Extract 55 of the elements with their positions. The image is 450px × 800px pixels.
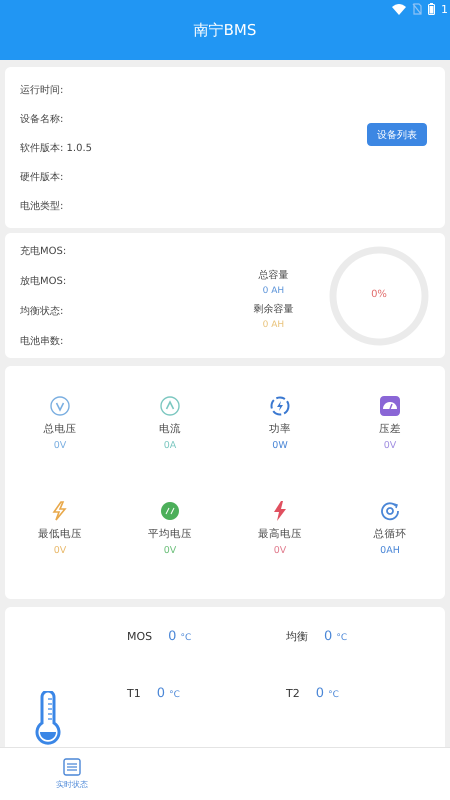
temperature-label: MOS [127, 630, 152, 643]
bolt-circle-icon [270, 396, 290, 416]
temperature-value: 0 °C [156, 686, 180, 701]
metric-value: 0V [274, 545, 286, 556]
thermometer-icon [33, 691, 63, 745]
temperature-value: 0 °C [316, 686, 339, 701]
metric-value: 0V [164, 545, 176, 556]
metric-label: 平均电压 [148, 527, 192, 541]
metric-label: 功率 [269, 422, 291, 436]
temperature-label: T2 [286, 687, 300, 700]
info-field: 设备名称: [20, 113, 92, 126]
metric-value: 0V [384, 440, 396, 451]
info-field: 运行时间: [20, 84, 92, 97]
battery-level: 1 [441, 2, 448, 16]
metric-value: 0AH [380, 545, 400, 556]
capacity-value: 0 AH [262, 320, 284, 330]
info-field: 软件版本: 1.0.5 [20, 142, 92, 155]
lightning-icon [51, 501, 69, 521]
status-label: 充电MOS: [20, 244, 68, 258]
info-field: 硬件版本: [20, 171, 92, 184]
temperature-label: 均衡 [286, 629, 308, 644]
battery-icon [428, 3, 435, 15]
metric-label: 电流 [159, 422, 181, 436]
charge-percent: 0% [370, 289, 388, 300]
status-label: 均衡状态: [20, 304, 64, 318]
a-circle-icon [160, 396, 180, 416]
metric-label: 总循环 [374, 527, 406, 541]
device-list-button[interactable]: 设备列表 [367, 123, 427, 146]
metric-label: 总电压 [44, 422, 76, 436]
metric-label: 最高电压 [258, 527, 302, 541]
status-label: 放电MOS: [20, 274, 68, 288]
lightning-icon [272, 501, 288, 521]
metric-value: 0V [54, 440, 66, 451]
capacity-label: 剩余容量 [253, 302, 294, 316]
temperature-value: 0 °C [324, 629, 348, 644]
status-label: 电池串数: [20, 334, 64, 348]
metric-label: 压差 [379, 422, 401, 436]
metric-value: 0W [272, 440, 288, 451]
info-field: 电池类型: [20, 200, 92, 213]
list-icon [63, 758, 81, 776]
metric-value: 0A [164, 440, 176, 451]
nav-tab[interactable]: 实时状态 [0, 748, 144, 800]
wifi-icon [392, 4, 406, 14]
temperature-label: T1 [127, 687, 141, 700]
capacity-value: 0 AH [262, 286, 284, 296]
capacity-label: 总容量 [258, 268, 288, 282]
metric-label: 最低电压 [38, 527, 82, 541]
no-sim-icon [412, 3, 422, 15]
gauge-icon [380, 396, 400, 416]
metric-value: 0V [54, 545, 66, 556]
temperature-value: 0 °C [168, 629, 192, 644]
v-circle-icon [50, 396, 70, 416]
avg-circle-icon [161, 501, 179, 521]
cycle-icon [380, 501, 400, 521]
app-title: 南宁BMS [192, 20, 258, 41]
